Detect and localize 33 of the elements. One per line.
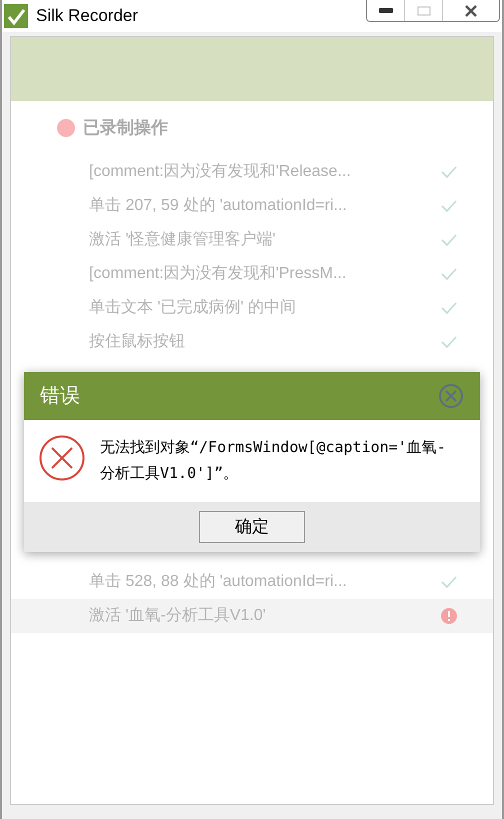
- recorded-step-row[interactable]: [comment:因为没有发现和'PressM...: [11, 256, 493, 290]
- recorded-step-row[interactable]: 单击文本 '已完成病例' 的中间: [11, 290, 493, 324]
- recorded-step-row[interactable]: 单击 528, 88 处的 'automationId=ri...: [11, 564, 493, 598]
- step-text: [comment:因为没有发现和'Release...: [89, 162, 351, 182]
- section-title: 已录制操作: [83, 117, 168, 139]
- recorded-step-row[interactable]: [comment:因为没有发现和'Release...: [11, 154, 493, 188]
- step-text: 按住鼠标按钮: [89, 332, 185, 352]
- step-text: 单击 528, 88 处的 'automationId=ri...: [89, 572, 347, 592]
- check-icon: [441, 200, 457, 212]
- step-text: 激活 '血氧-分析工具V1.0': [89, 606, 266, 626]
- window-title: Silk Recorder: [36, 5, 138, 28]
- error-icon: [38, 434, 86, 482]
- step-text: 激活 '怪意健康管理客户端': [89, 230, 276, 250]
- error-message: 无法找到对象“/FormsWindow[@caption='血氧-分析工具V1.0']”。: [100, 437, 447, 484]
- check-icon: [441, 576, 457, 588]
- step-text: 单击 207, 59 处的 'automationId=ri...: [89, 196, 347, 216]
- dialog-title: 错误: [40, 384, 80, 409]
- recorded-step-row[interactable]: 激活 '血氧-分析工具V1.0': [11, 598, 493, 632]
- step-text: [comment:因为没有发现和'PressM...: [89, 264, 346, 284]
- recorded-step-row[interactable]: 激活 '怪意健康管理客户端': [11, 222, 493, 256]
- maximize-icon: [416, 6, 430, 16]
- minimize-icon: [378, 8, 392, 14]
- check-icon: [441, 302, 457, 314]
- recorded-step-row[interactable]: 按住鼠标按钮: [11, 324, 493, 358]
- recorded-step-row[interactable]: 单击 207, 59 处的 'automationId=ri...: [11, 188, 493, 222]
- close-icon: [464, 4, 478, 16]
- error-icon: [441, 608, 457, 624]
- step-text: 单击文本 '已完成病例' 的中间: [89, 298, 296, 318]
- check-icon: [441, 166, 457, 178]
- check-icon: [441, 268, 457, 280]
- ok-button[interactable]: 确定: [199, 511, 305, 543]
- check-icon: [441, 336, 457, 348]
- check-icon: [441, 234, 457, 246]
